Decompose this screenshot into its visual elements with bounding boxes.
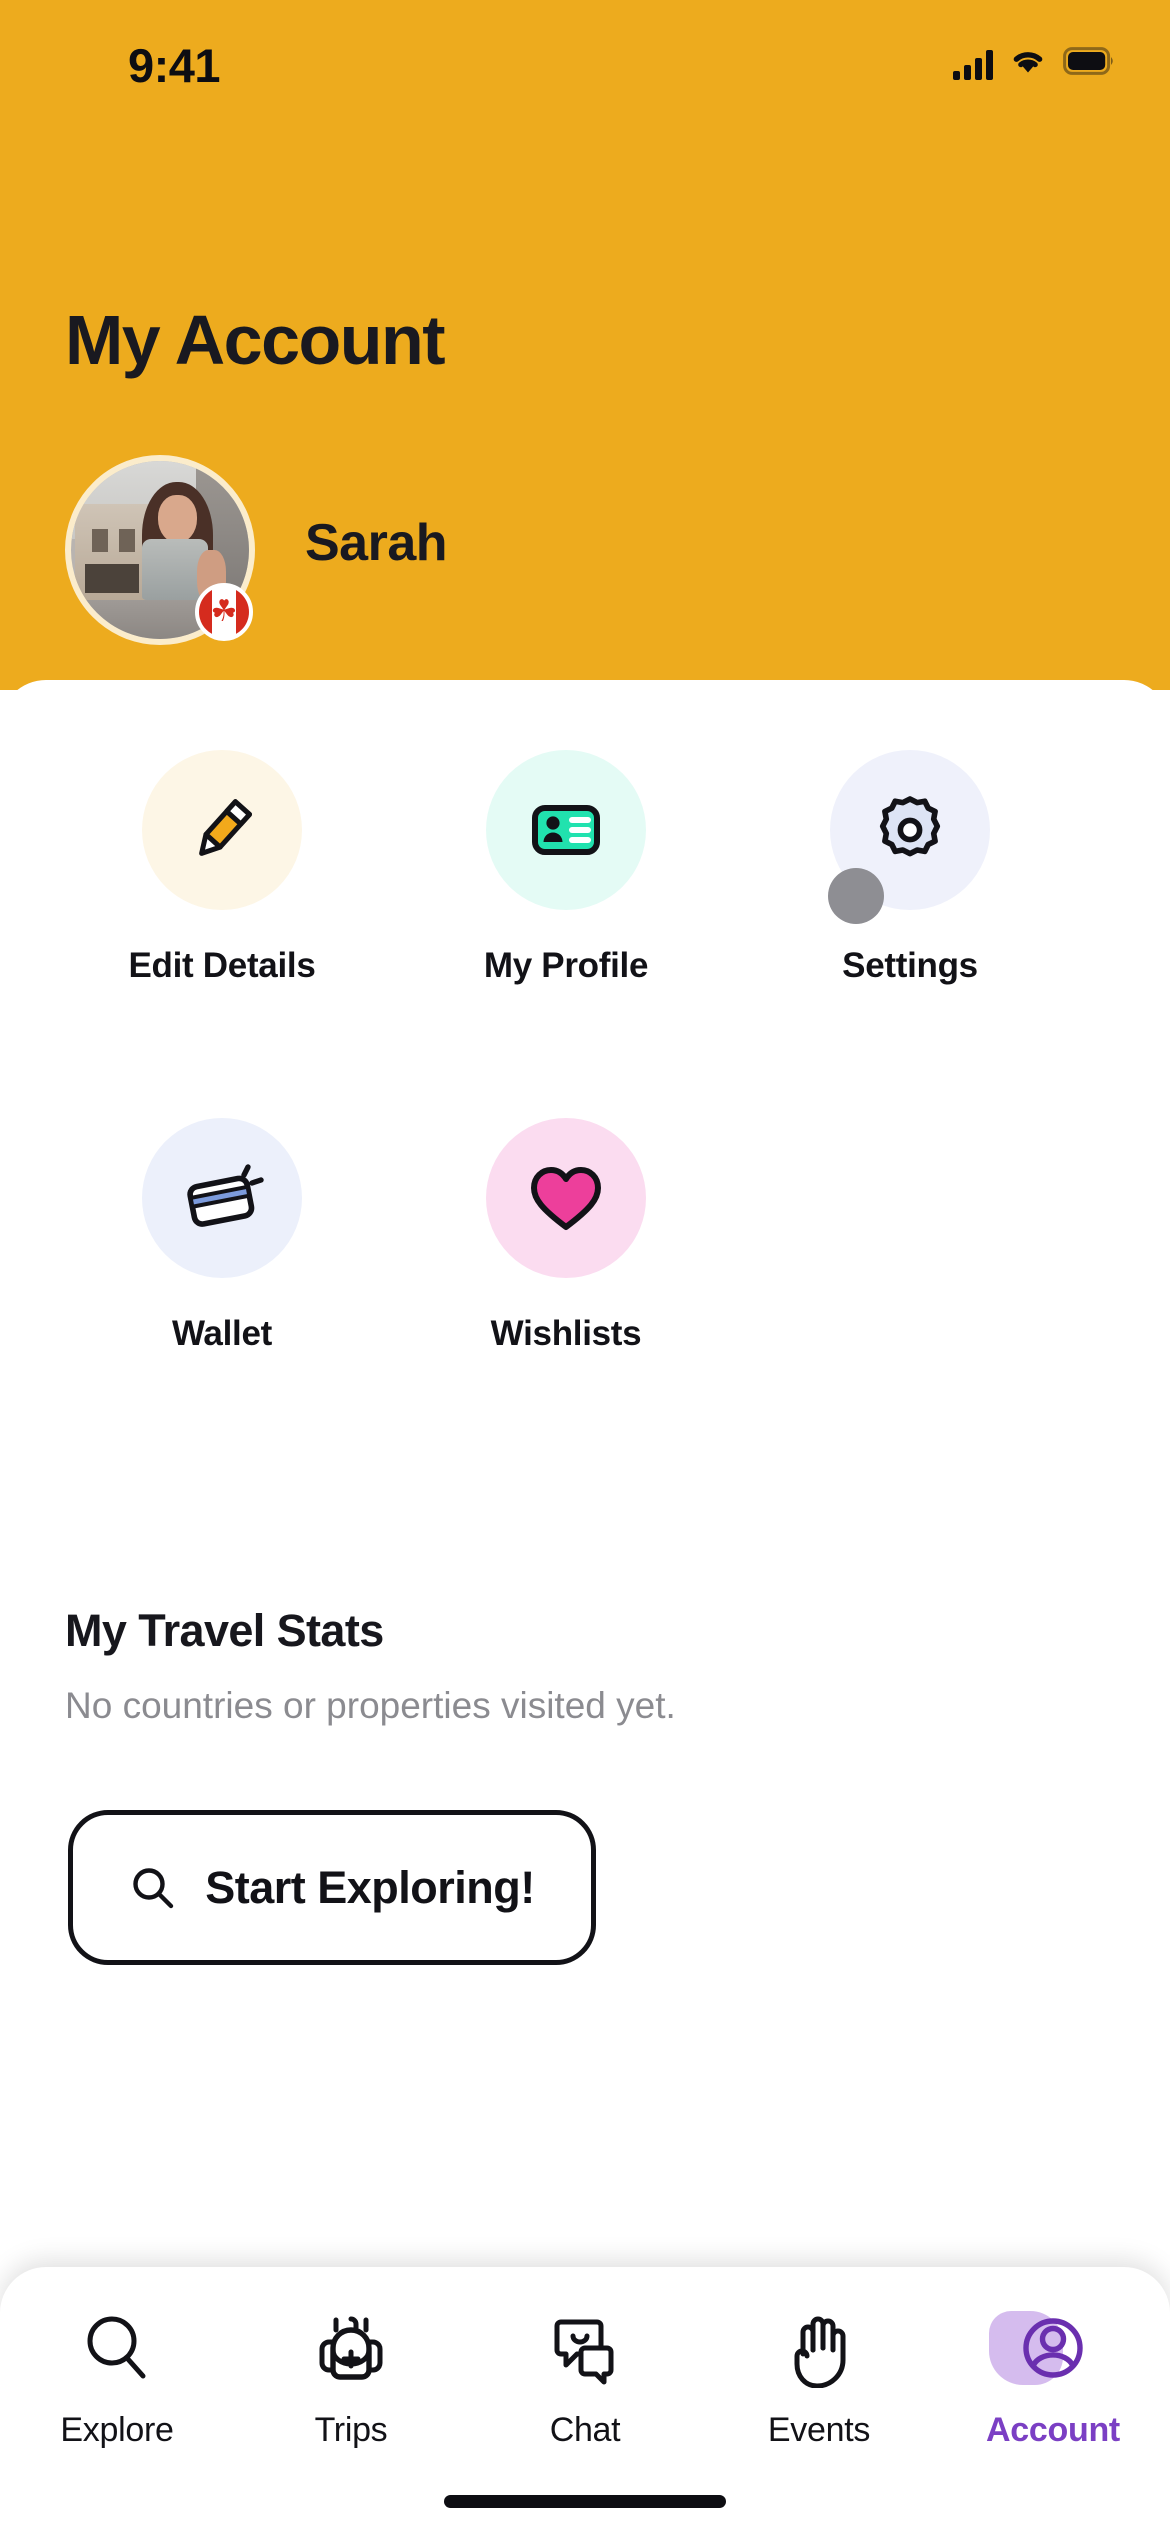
quick-action-label: Settings <box>842 946 978 985</box>
wallet-tile[interactable] <box>142 1118 302 1278</box>
quick-action-label: Edit Details <box>128 946 316 985</box>
tab-label: Chat <box>549 2411 621 2449</box>
tab-explore[interactable]: Explore <box>0 2307 234 2450</box>
heart-icon <box>531 1167 601 1230</box>
signal-bars-icon <box>953 50 993 80</box>
quick-action-label: My Profile <box>483 946 649 985</box>
id-card-icon <box>532 805 600 855</box>
start-exploring-button[interactable]: Start Exploring! <box>68 1810 596 1965</box>
settings-tile[interactable] <box>828 750 990 924</box>
status-time: 9:41 <box>128 39 221 92</box>
tab-label: Account <box>986 2411 1120 2449</box>
tab-label: Trips <box>314 2411 388 2449</box>
quick-action-my-profile[interactable]: My Profile <box>394 750 738 1118</box>
search-icon <box>133 1867 174 1908</box>
tab-trips[interactable]: Trips <box>234 2307 468 2450</box>
maple-leaf-glyph: ☘ <box>210 595 238 628</box>
tab-label: Explore <box>60 2411 174 2449</box>
quick-actions-grid: Edit Details My Profile Settings Wallet … <box>50 750 1120 1486</box>
pencil-icon <box>199 799 253 856</box>
quick-action-wishlists[interactable]: Wishlists <box>394 1118 738 1486</box>
start-exploring-label: Start Exploring! <box>205 1861 535 1913</box>
tab-chat[interactable]: Chat <box>468 2307 702 2450</box>
my-profile-tile[interactable] <box>486 750 646 910</box>
home-indicator <box>444 2495 726 2508</box>
travel-stats-title: My Travel Stats <box>65 1605 384 1656</box>
settings-notification-dot <box>828 868 884 924</box>
profile-name: Sarah <box>305 514 448 572</box>
search-icon <box>77 2307 157 2389</box>
gear-icon <box>879 796 941 857</box>
wishlists-tile[interactable] <box>486 1118 646 1278</box>
travel-stats-empty-message: No countries or properties visited yet. <box>65 1685 676 1726</box>
status-icons <box>953 47 1115 80</box>
backpack-icon <box>311 2307 391 2389</box>
credit-card-icon <box>187 1164 264 1227</box>
quick-action-edit-details[interactable]: Edit Details <box>50 750 394 1118</box>
status-bar: 9:41 <box>0 0 1170 110</box>
account-header: 9:41 My Account ☘ Sarah <box>0 0 1170 690</box>
quick-action-label: Wishlists <box>490 1314 642 1353</box>
bottom-tab-bar: Explore Trips Chat Events Account <box>0 2267 1170 2532</box>
page-title: My Account <box>65 301 446 379</box>
tab-events[interactable]: Events <box>702 2307 936 2450</box>
waving-hand-icon <box>779 2307 859 2389</box>
quick-action-label: Wallet <box>172 1314 272 1353</box>
quick-action-wallet[interactable]: Wallet <box>50 1118 394 1486</box>
quick-action-settings[interactable]: Settings <box>738 750 1082 1118</box>
canada-flag-icon: ☘ <box>195 583 253 641</box>
battery-full-icon <box>1063 47 1115 80</box>
edit-details-tile[interactable] <box>142 750 302 910</box>
chat-bubbles-icon <box>545 2307 625 2389</box>
wifi-icon <box>1010 47 1046 80</box>
tab-label: Events <box>767 2411 871 2449</box>
account-content-card: Edit Details My Profile Settings Wallet … <box>0 680 1170 2532</box>
tab-account[interactable]: Account <box>936 2307 1170 2450</box>
user-circle-icon <box>989 2307 1093 2389</box>
